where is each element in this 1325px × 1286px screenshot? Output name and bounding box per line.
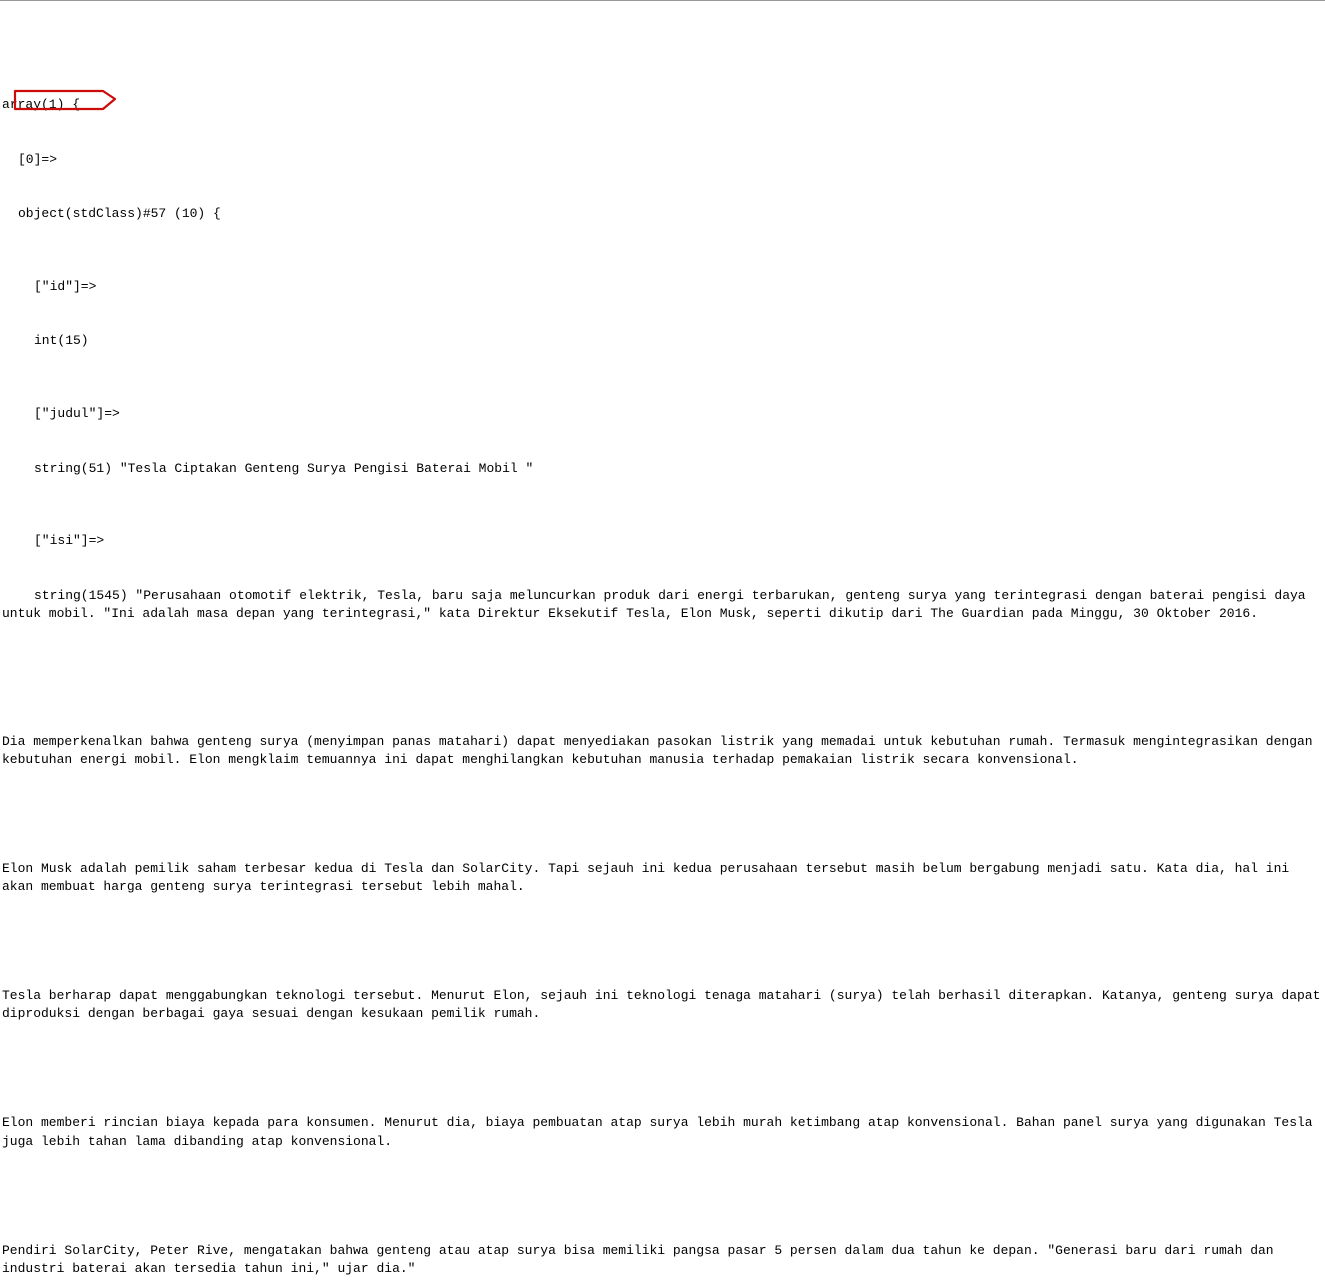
blank-line [2, 933, 1323, 951]
field-isi-key: ["isi"]=> [2, 532, 1323, 550]
isi-paragraph-5: Elon memberi rincian biaya kepada para k… [2, 1114, 1323, 1150]
var-dump-output: array(1) { [0]=> object(stdClass)#57 (10… [0, 3, 1325, 1286]
blank-line [2, 678, 1323, 696]
blank-line [2, 805, 1323, 823]
object-header: object(stdClass)#57 (10) { [2, 205, 1323, 223]
isi-paragraph-3: Elon Musk adalah pemilik saham terbesar … [2, 860, 1323, 896]
isi-paragraph-4: Tesla berharap dapat menggabungkan tekno… [2, 987, 1323, 1023]
field-id-value: int(15) [2, 332, 1323, 350]
array-header: array(1) { [2, 96, 1323, 114]
field-judul-key: ["judul"]=> [2, 405, 1323, 423]
field-isi-value: string(1545) "Perusahaan otomotif elektr… [2, 587, 1323, 623]
blank-line [2, 1060, 1323, 1078]
blank-line [2, 1187, 1323, 1205]
isi-paragraph-2: Dia memperkenalkan bahwa genteng surya (… [2, 733, 1323, 769]
isi-paragraph-6: Pendiri SolarCity, Peter Rive, mengataka… [2, 1242, 1323, 1278]
isi-paragraph-1: string(1545) "Perusahaan otomotif elektr… [2, 588, 1313, 621]
field-judul-value: string(51) "Tesla Ciptakan Genteng Surya… [2, 460, 1323, 478]
red-highlight-circle [13, 51, 123, 83]
array-index: [0]=> [2, 151, 1323, 169]
top-border [0, 0, 1325, 1]
field-id-key: ["id"]=> [2, 278, 1323, 296]
